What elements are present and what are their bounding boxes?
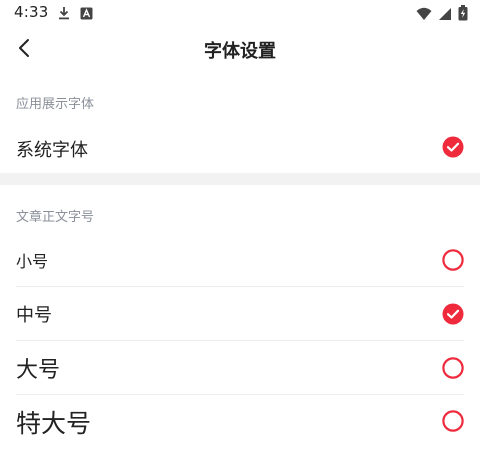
top-bar: 字体设置 — [0, 26, 480, 74]
radio-checked-icon[interactable] — [442, 136, 464, 158]
page-title: 字体设置 — [204, 41, 276, 62]
battery-charging-icon — [458, 5, 468, 25]
option-label: 小号 — [16, 252, 49, 271]
radio-unchecked-icon[interactable] — [442, 249, 464, 271]
option-font-small[interactable]: 小号 — [0, 233, 480, 287]
option-label: 系统字体 — [16, 140, 88, 161]
option-font-medium[interactable]: 中号 — [0, 287, 480, 341]
option-font-large[interactable]: 大号 — [0, 341, 480, 395]
wifi-icon — [416, 6, 432, 25]
section-header-article-font-size: 文章正文字号 — [16, 210, 95, 225]
font-app-icon — [80, 5, 93, 24]
status-bar: 4:33 — [0, 0, 480, 26]
status-right-icons — [416, 5, 468, 25]
option-system-font[interactable]: 系统字体 — [0, 122, 480, 172]
option-label: 特大号 — [16, 409, 92, 438]
radio-unchecked-icon[interactable] — [442, 357, 464, 379]
option-label: 中号 — [16, 305, 52, 326]
section-header-app-font: 应用展示字体 — [16, 97, 95, 112]
group-separator — [0, 173, 480, 185]
radio-unchecked-icon[interactable] — [442, 410, 464, 432]
option-label: 大号 — [16, 358, 61, 383]
status-time: 4:33 — [14, 3, 49, 21]
option-font-extra-large[interactable]: 特大号 — [0, 395, 480, 449]
download-icon — [58, 5, 70, 24]
font-settings-screen: 4:33 字体设置 应用展示字体 系统字体 文章正文字号 小号 中号 大号 特大… — [0, 0, 480, 454]
signal-icon — [438, 6, 452, 25]
radio-checked-icon[interactable] — [442, 303, 464, 325]
status-left-icons — [58, 5, 93, 24]
